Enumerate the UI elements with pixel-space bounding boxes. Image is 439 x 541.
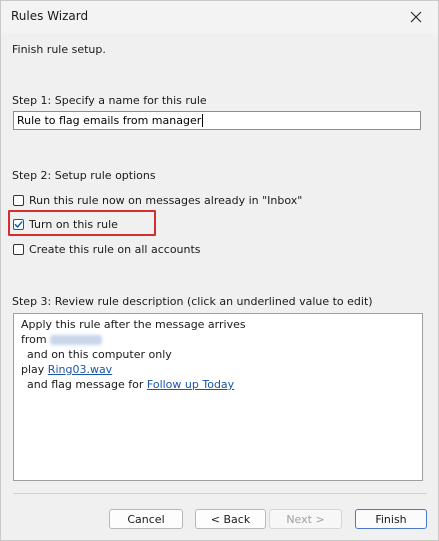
desc-line-computer: and on this computer only	[27, 348, 172, 361]
run-now-label: Run this rule now on messages already in…	[29, 193, 303, 207]
title-bar: Rules Wizard	[1, 1, 438, 33]
intro-text: Finish rule setup.	[12, 43, 106, 56]
footer-separator	[13, 493, 427, 494]
finish-button[interactable]: Finish	[355, 509, 427, 529]
text-caret	[202, 114, 204, 127]
window-title: Rules Wizard	[11, 9, 89, 23]
checkmark-icon	[14, 220, 23, 228]
follow-up-link[interactable]: Follow up Today	[147, 378, 234, 391]
close-button[interactable]	[394, 1, 438, 33]
next-button[interactable]: Next >	[269, 509, 342, 529]
rule-name-input[interactable]: Rule to flag emails from manager	[13, 111, 421, 130]
flag-prefix: and flag message for	[27, 378, 144, 391]
rules-wizard-dialog: Rules Wizard Finish rule setup. Step 1: …	[0, 0, 439, 541]
redacted-sender-link[interactable]	[50, 335, 103, 345]
step3-label: Step 3: Review rule description (click a…	[12, 295, 373, 308]
step2-label: Step 2: Setup rule options	[12, 169, 156, 182]
run-now-checkbox[interactable]	[13, 194, 24, 206]
all-accounts-label: Create this rule on all accounts	[29, 242, 201, 256]
sound-file-link[interactable]: Ring03.wav	[48, 363, 112, 376]
option-run-now[interactable]: Run this rule now on messages already in…	[13, 192, 302, 208]
option-turn-on[interactable]: Turn on this rule	[13, 216, 118, 232]
option-all-accounts[interactable]: Create this rule on all accounts	[13, 241, 201, 257]
rule-description-box: Apply this rule after the message arrive…	[13, 313, 423, 481]
from-prefix: from	[21, 333, 47, 346]
all-accounts-checkbox[interactable]	[13, 243, 24, 255]
desc-line-apply: Apply this rule after the message arrive…	[21, 318, 246, 331]
rule-name-value: Rule to flag emails from manager	[17, 114, 202, 127]
back-button[interactable]: < Back	[195, 509, 266, 529]
turn-on-checkbox[interactable]	[13, 218, 24, 230]
play-prefix: play	[21, 363, 45, 376]
cancel-button[interactable]: Cancel	[109, 509, 183, 529]
close-icon	[410, 11, 422, 23]
step1-label: Step 1: Specify a name for this rule	[12, 94, 207, 107]
desc-line-from: from	[21, 333, 103, 346]
desc-line-flag: and flag message for Follow up Today	[27, 378, 234, 391]
turn-on-label: Turn on this rule	[29, 217, 118, 231]
desc-line-play: play Ring03.wav	[21, 363, 112, 376]
